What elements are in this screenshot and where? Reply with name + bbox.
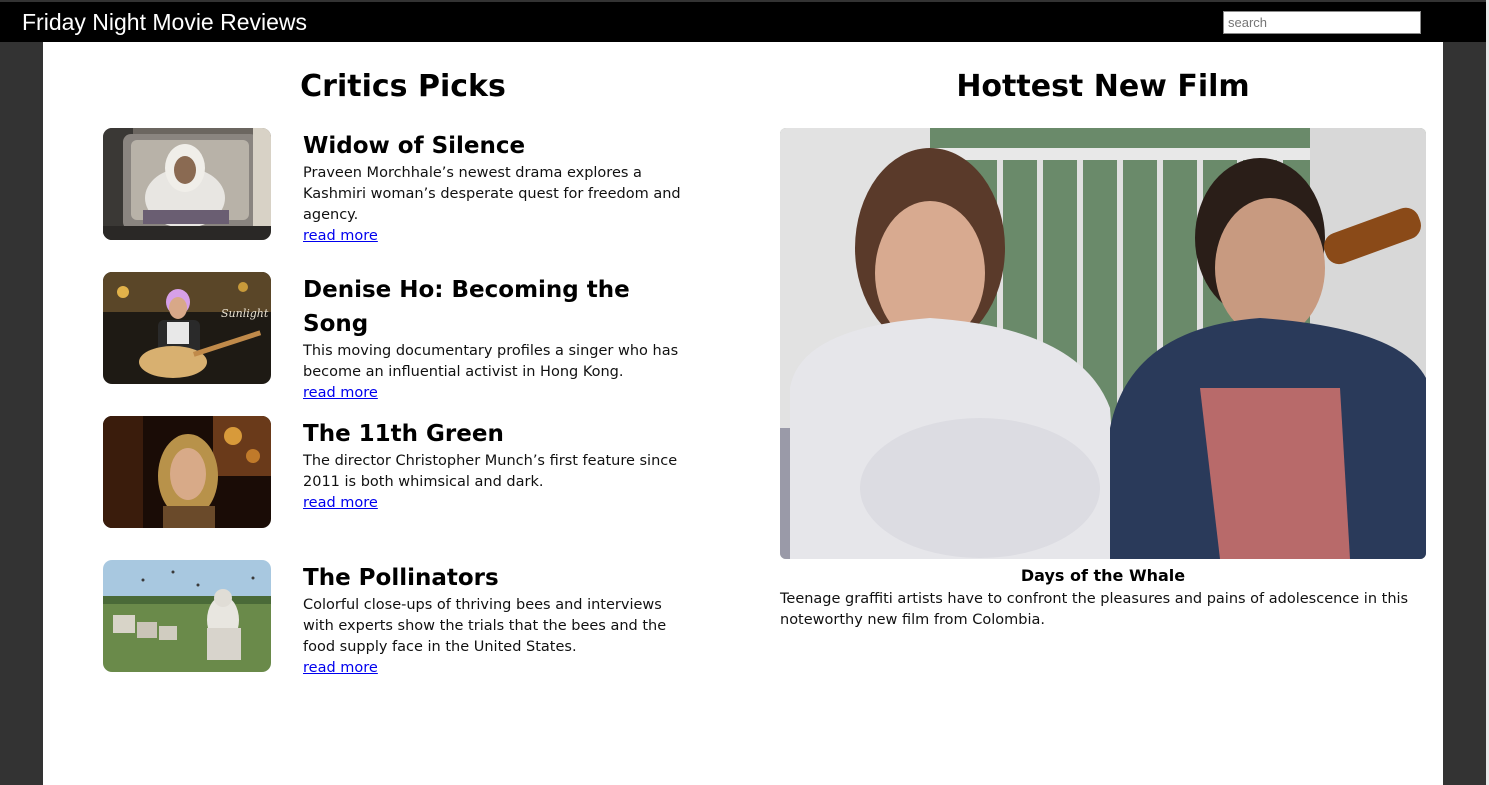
- site-title[interactable]: Friday Night Movie Reviews: [22, 8, 307, 36]
- film-title: The Pollinators: [303, 565, 499, 591]
- featured-film-image[interactable]: [780, 128, 1426, 559]
- featured-film-description: Teenage graffiti artists have to confron…: [780, 591, 1409, 628]
- critics-picks-heading: Critics Picks: [300, 69, 506, 104]
- main-content: Critics Picks Widow of Silence Praveen M…: [43, 42, 1443, 785]
- search-input[interactable]: [1223, 11, 1421, 34]
- film-title: Denise Ho: Becoming the Song: [303, 277, 630, 337]
- film-description: This moving documentary profiles a singe…: [303, 343, 679, 380]
- film-thumbnail[interactable]: [103, 560, 271, 672]
- featured-film-title: Days of the Whale: [1020, 566, 1186, 585]
- hottest-new-film-heading: Hottest New Film: [956, 69, 1250, 104]
- film-thumbnail[interactable]: [103, 416, 271, 528]
- read-more-link[interactable]: read more: [303, 383, 681, 404]
- film-description: Praveen Morchhale’s newest drama explore…: [303, 165, 681, 223]
- read-more-link[interactable]: read more: [303, 226, 681, 247]
- read-more-link[interactable]: read more: [303, 493, 681, 514]
- film-title: Widow of Silence: [303, 133, 526, 159]
- film-thumbnail[interactable]: [103, 128, 271, 240]
- film-title: The 11th Green: [303, 421, 504, 447]
- read-more-link[interactable]: read more: [303, 658, 681, 679]
- film-thumbnail[interactable]: Sunlight: [103, 272, 271, 384]
- top-nav-bar: Friday Night Movie Reviews: [0, 2, 1489, 42]
- svg-text:Sunlight: Sunlight: [221, 307, 269, 320]
- film-description: Colorful close-ups of thriving bees and …: [303, 597, 667, 655]
- film-description: The director Christopher Munch’s first f…: [303, 453, 678, 490]
